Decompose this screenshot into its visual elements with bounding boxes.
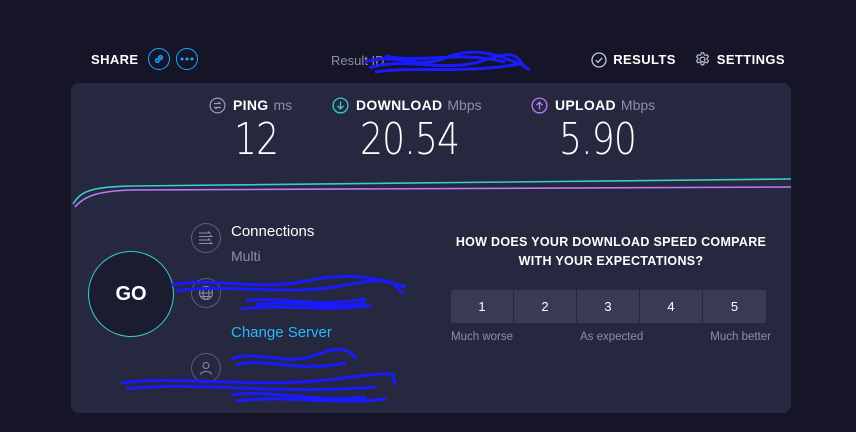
connections-icon xyxy=(191,223,221,253)
survey-question-line1: HOW DOES YOUR DOWNLOAD SPEED COMPARE xyxy=(455,235,767,249)
legend-much-better: Much better xyxy=(710,331,771,343)
connections-title: Connections xyxy=(231,223,315,240)
check-circle-icon xyxy=(591,51,607,68)
upload-metric: UPLOAD Mbps 5.90 xyxy=(531,96,655,164)
connections-value[interactable]: Multi xyxy=(231,248,261,264)
ping-label: PING xyxy=(233,97,269,113)
upload-label: UPLOAD xyxy=(555,97,616,113)
download-line xyxy=(72,178,791,205)
redaction-scribble xyxy=(120,347,398,403)
share-link-button[interactable] xyxy=(147,48,170,70)
download-label: DOWNLOAD xyxy=(356,97,443,113)
upload-icon xyxy=(531,96,548,114)
rating-button-3[interactable]: 3 xyxy=(577,290,640,323)
expectation-survey: HOW DOES YOUR DOWNLOAD SPEED COMPARE WIT… xyxy=(451,233,771,343)
legend-as-expected: As expected xyxy=(579,331,644,343)
rating-legend: Much worse As expected Much better xyxy=(451,331,771,343)
link-icon xyxy=(154,54,163,64)
rating-button-1[interactable]: 1 xyxy=(451,290,514,323)
results-button[interactable]: RESULTS xyxy=(591,51,676,68)
ping-unit: ms xyxy=(273,97,293,113)
share-more-button[interactable] xyxy=(175,48,198,70)
settings-button[interactable]: SETTINGS xyxy=(694,51,785,68)
share-group: SHARE xyxy=(91,48,204,70)
ping-icon xyxy=(209,96,226,114)
top-bar: SHARE Result ID RESULTS SETTINGS xyxy=(0,0,856,80)
upload-line xyxy=(74,186,791,208)
survey-question-line2: WITH YOUR EXPECTATIONS? xyxy=(518,254,704,268)
result-id-label: Result ID xyxy=(331,53,385,68)
download-unit: Mbps xyxy=(447,97,482,113)
upload-unit: Mbps xyxy=(620,97,656,113)
gear-icon xyxy=(695,52,709,66)
more-icon xyxy=(180,57,194,61)
go-button[interactable]: GO xyxy=(88,251,174,337)
download-metric: DOWNLOAD Mbps 20.54 xyxy=(332,96,482,164)
settings-label: SETTINGS xyxy=(716,52,785,67)
speed-graph xyxy=(72,178,791,208)
rating-row: 1 2 3 4 5 xyxy=(451,290,771,323)
ping-value: 12 xyxy=(234,114,279,165)
results-label: RESULTS xyxy=(613,52,676,67)
globe-icon xyxy=(191,278,221,308)
rating-button-5[interactable]: 5 xyxy=(703,290,766,323)
change-server-link[interactable]: Change Server xyxy=(231,324,332,341)
legend-much-worse: Much worse xyxy=(451,331,513,343)
ping-metric: PING ms 12 xyxy=(209,96,292,164)
download-value: 20.54 xyxy=(360,114,460,165)
rating-button-2[interactable]: 2 xyxy=(514,290,577,323)
download-icon xyxy=(332,96,349,114)
upload-value: 5.90 xyxy=(559,114,637,165)
top-nav: RESULTS SETTINGS xyxy=(591,51,785,68)
user-icon xyxy=(191,353,221,383)
rating-button-4[interactable]: 4 xyxy=(640,290,703,323)
results-panel: PING ms 12 DOWNLOAD Mbps 20.54 UPLOAD Mb… xyxy=(71,83,791,413)
share-label: SHARE xyxy=(91,51,139,67)
